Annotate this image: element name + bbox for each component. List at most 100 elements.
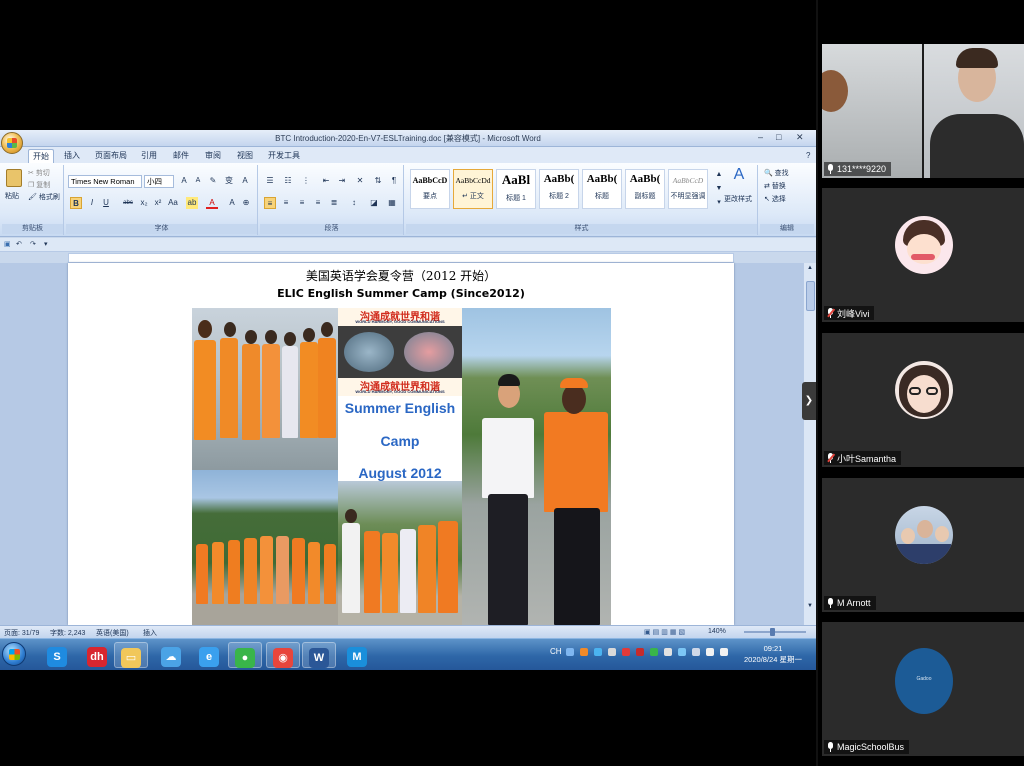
minimize-icon[interactable]: – [758, 132, 763, 142]
style-normal[interactable]: AaBbCcDd ↵ 正文 [453, 169, 493, 209]
underline-button[interactable]: U [100, 197, 112, 209]
ie-icon[interactable]: e [192, 642, 226, 668]
scroll-down-icon[interactable]: ▼ [807, 603, 813, 609]
tray-icon-8[interactable] [664, 648, 672, 656]
participant-tile-3[interactable]: 小叶Samantha [822, 333, 1024, 467]
change-styles-icon[interactable]: A [730, 167, 748, 183]
subscript-button[interactable]: x₂ [138, 197, 150, 209]
view-buttons[interactable]: ▣▤▥▦▧ [644, 628, 687, 636]
highlight-icon[interactable]: ab [186, 197, 198, 209]
align-right-icon[interactable]: ≡ [296, 197, 308, 209]
tray-icon-6[interactable] [636, 648, 644, 656]
redo-icon[interactable]: ↷ [30, 240, 36, 248]
insert-mode[interactable]: 插入 [143, 628, 157, 638]
shading-icon[interactable]: ◪ [368, 197, 380, 209]
align-center-icon[interactable]: ≡ [280, 197, 292, 209]
horizontal-ruler[interactable] [68, 253, 734, 263]
participant-tile-5[interactable]: Gadoo MagicSchoolBus [822, 622, 1024, 756]
style-key-points[interactable]: AaBbCcD 要点 [410, 169, 450, 209]
numbering-icon[interactable]: ☷ [282, 175, 294, 187]
tab-home[interactable]: 开始 [28, 149, 54, 163]
participant-tile-2[interactable]: 刘峰Vivi [822, 188, 1024, 322]
decrease-indent-icon[interactable]: ⇤ [320, 175, 332, 187]
find-button[interactable]: 🔍 查找 [764, 168, 789, 178]
volume-icon[interactable] [720, 648, 728, 656]
taskbar-clock[interactable]: 09:21 2020/8/24 星期一 [742, 643, 804, 665]
vertical-scrollbar[interactable]: ▲ ▼ [803, 263, 816, 625]
language-indicator[interactable]: 英语(美国) [96, 628, 129, 638]
zoom-slider-knob[interactable] [770, 628, 775, 636]
tab-view[interactable]: 视图 [233, 149, 257, 163]
increase-indent-icon[interactable]: ⇥ [336, 175, 348, 187]
bullets-icon[interactable]: ☰ [264, 175, 276, 187]
zoom-level[interactable]: 140% [708, 628, 726, 635]
select-button[interactable]: ↖ 选择 [764, 194, 786, 204]
shrink-font-icon[interactable]: A [192, 175, 204, 187]
tab-review[interactable]: 审阅 [201, 149, 225, 163]
tab-mailings[interactable]: 邮件 [169, 149, 193, 163]
sort-icon[interactable]: ⇅ [372, 175, 384, 187]
multilevel-list-icon[interactable]: ⋮ [300, 175, 312, 187]
style-title[interactable]: AaBb( 标题 [582, 169, 622, 209]
font-color-button[interactable]: A [206, 197, 218, 209]
copy-button[interactable]: ❐ 复制 [28, 180, 50, 190]
maximize-icon[interactable]: □ [776, 132, 781, 142]
format-painter-button[interactable]: 🖌 格式刷 [28, 192, 60, 202]
document-page[interactable]: 美国英语学会夏令营（2012 开始） ELIC English Summer C… [68, 263, 734, 625]
sogou-icon[interactable]: S [40, 642, 74, 668]
chinese-layout-icon[interactable]: ✕ [354, 175, 366, 187]
scrollbar-thumb[interactable] [806, 281, 815, 311]
save-icon[interactable]: ▣ [4, 240, 11, 248]
office-button[interactable] [1, 132, 23, 154]
tray-icon-9[interactable] [678, 648, 686, 656]
italic-button[interactable]: I [86, 197, 98, 209]
scroll-up-icon[interactable]: ▲ [807, 265, 813, 271]
wechat-icon[interactable]: ● [228, 642, 262, 668]
start-button[interactable] [2, 642, 26, 666]
distributed-icon[interactable]: ≣ [328, 197, 340, 209]
style-heading-2[interactable]: AaBb( 标题 2 [539, 169, 579, 209]
undo-icon[interactable]: ↶ [16, 240, 22, 248]
enclose-char-icon[interactable]: ⊕ [240, 197, 252, 209]
page-count[interactable]: 页面: 31/79 [4, 628, 39, 638]
tray-icon-1[interactable] [566, 648, 574, 656]
change-case-button[interactable]: Aa [166, 197, 180, 209]
tab-references[interactable]: 引用 [137, 149, 161, 163]
zoom-slider[interactable] [744, 628, 806, 636]
cloud-icon[interactable]: ☁ [154, 642, 188, 668]
meeting-icon[interactable]: M [340, 642, 374, 668]
chrome-icon[interactable]: ◉ [266, 642, 300, 668]
tray-icon-7[interactable] [650, 648, 658, 656]
participant-tile-1[interactable]: 131****9220 [822, 44, 1024, 178]
line-spacing-icon[interactable]: ↕ [348, 197, 360, 209]
help-icon[interactable]: ? [802, 149, 814, 163]
strikethrough-button[interactable]: abc [120, 197, 136, 209]
folder-icon[interactable]: ▭ [114, 642, 148, 668]
grow-font-icon[interactable]: A [178, 175, 190, 187]
tray-icon-10[interactable] [692, 648, 700, 656]
tab-insert[interactable]: 插入 [60, 149, 84, 163]
align-left-icon[interactable]: ≡ [264, 197, 276, 209]
font-name-select[interactable]: Times New Roman [68, 175, 142, 188]
collapse-panel-handle[interactable]: ❯ [802, 382, 816, 420]
tray-icon-4[interactable] [608, 648, 616, 656]
paste-icon[interactable] [6, 169, 22, 187]
clear-format-icon[interactable]: ✎ [207, 175, 219, 187]
zhihu-icon[interactable]: dh [80, 642, 114, 668]
style-subtle-emphasis[interactable]: AaBbCcD 不明显强调 [668, 169, 708, 209]
tray-icon-3[interactable] [594, 648, 602, 656]
bold-button[interactable]: B [70, 197, 82, 209]
paste-button[interactable]: 粘贴 [5, 191, 19, 201]
ime-indicator[interactable]: CH [550, 647, 562, 656]
style-heading-1[interactable]: AaBl 标题 1 [496, 169, 536, 209]
tab-developer[interactable]: 开发工具 [264, 149, 304, 163]
style-subtitle[interactable]: AaBb( 副标题 [625, 169, 665, 209]
tab-page-layout[interactable]: 页面布局 [91, 149, 131, 163]
customize-qat-icon[interactable]: ▾ [44, 240, 48, 248]
tray-icon-2[interactable] [580, 648, 588, 656]
superscript-button[interactable]: x² [152, 197, 164, 209]
word-count[interactable]: 字数: 2,243 [50, 628, 85, 638]
justify-icon[interactable]: ≡ [312, 197, 324, 209]
char-shading-icon[interactable]: A [226, 197, 238, 209]
char-border-icon[interactable]: A [239, 175, 251, 187]
